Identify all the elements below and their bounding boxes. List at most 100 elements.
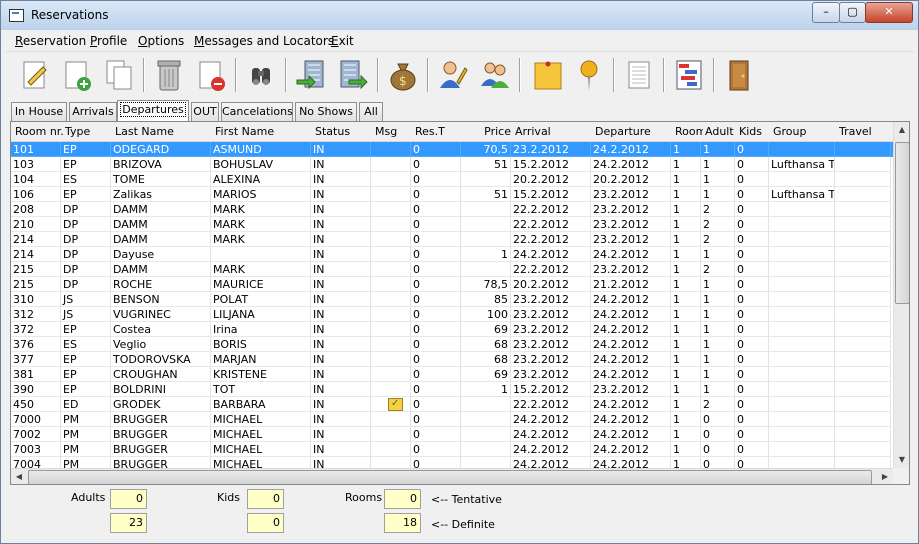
- cell-res-t: 0: [411, 232, 461, 247]
- table-row[interactable]: 7002 PM BRUGGER MICHAEL IN 0 24.2.2012 24.2.201…: [11, 427, 893, 442]
- search-binoculars-icon[interactable]: [243, 56, 279, 94]
- vertical-scrollbar[interactable]: ▲ ▼: [893, 122, 909, 468]
- table-row[interactable]: 214 DP Dayuse IN 0 1 24.2.2012 24.2.2012 1 1 0: [11, 247, 893, 262]
- tab-departures[interactable]: Departures: [117, 100, 189, 122]
- column-header-room-nr[interactable]: Room nr.: [13, 122, 63, 141]
- tab-cancelations[interactable]: Cancelations: [221, 102, 293, 121]
- column-header-type[interactable]: Type: [63, 122, 113, 141]
- check-in-icon[interactable]: [293, 56, 329, 94]
- scroll-up-icon[interactable]: ▲: [894, 122, 909, 138]
- cell-first-name: MARJAN: [211, 352, 311, 367]
- close-button[interactable]: ✕: [865, 2, 913, 23]
- check-out-icon[interactable]: [335, 56, 371, 94]
- table-row[interactable]: 215 DP DAMM MARK IN 0 22.2.2012 23.2.2012 1 2 0: [11, 262, 893, 277]
- new-reservation-icon[interactable]: [59, 56, 95, 94]
- horizontal-scroll-thumb[interactable]: [28, 470, 872, 484]
- exit-door-icon[interactable]: [721, 56, 757, 94]
- cell-room-nr: 7002: [11, 427, 61, 442]
- menu-reservation[interactable]: Reservation: [15, 34, 86, 48]
- table-row[interactable]: 390 EP BOLDRINI TOT IN 0 1 15.2.2012 23.2.2012 1 1…: [11, 382, 893, 397]
- billing-moneybag-icon[interactable]: $: [385, 56, 421, 94]
- copy-reservation-icon[interactable]: [101, 56, 137, 94]
- cell-room-nr: 381: [11, 367, 61, 382]
- edit-reservation-icon[interactable]: [17, 56, 53, 94]
- cell-departure: 23.2.2012: [591, 217, 671, 232]
- column-header-kids[interactable]: Kids: [737, 122, 771, 141]
- tab-arrivals[interactable]: Arrivals: [69, 102, 117, 121]
- report-icon[interactable]: [621, 56, 657, 94]
- menu-messages-and-locators[interactable]: Messages and Locators: [194, 34, 334, 48]
- toolbar-separator: [613, 58, 615, 92]
- cell-first-name: ASMUND: [211, 142, 311, 157]
- scroll-right-icon[interactable]: ▶: [877, 469, 893, 484]
- menu-profile[interactable]: Profile: [90, 34, 127, 48]
- table-row[interactable]: 7003 PM BRUGGER MICHAEL IN 0 24.2.2012 24.2.201…: [11, 442, 893, 457]
- cell-arrival: 22.2.2012: [511, 262, 591, 277]
- column-header-last-name[interactable]: Last Name: [113, 122, 213, 141]
- cell-group: [769, 142, 835, 157]
- group-guests-icon[interactable]: [477, 56, 513, 94]
- scroll-left-icon[interactable]: ◀: [11, 469, 27, 484]
- tab-in-house[interactable]: In House: [11, 102, 67, 121]
- table-row[interactable]: 310 JS BENSON POLAT IN 0 85 23.2.2012 24.2.2012 1…: [11, 292, 893, 307]
- cell-adult: 1: [701, 277, 735, 292]
- cell-msg: [371, 427, 411, 442]
- minimize-button[interactable]: –: [812, 2, 840, 23]
- table-row[interactable]: 7000 PM BRUGGER MICHAEL IN 0 24.2.2012 24.2.201…: [11, 412, 893, 427]
- toolbar-separator: [285, 58, 287, 92]
- cell-departure: 24.2.2012: [591, 322, 671, 337]
- edit-guest-icon[interactable]: [435, 56, 471, 94]
- message-icon[interactable]: [388, 397, 403, 411]
- table-row[interactable]: 376 ES Veglio BORIS IN 0 68 23.2.2012 24.2.2012 1…: [11, 337, 893, 352]
- cell-group: [769, 277, 835, 292]
- table-row[interactable]: 381 EP CROUGHAN KRISTENE IN 0 69 23.2.2012 24.2.…: [11, 367, 893, 382]
- tab-no-shows[interactable]: No Shows: [295, 102, 357, 121]
- column-header-arrival[interactable]: Arrival: [513, 122, 593, 141]
- cell-room-nr: 7000: [11, 412, 61, 427]
- cell-arrival: 24.2.2012: [511, 442, 591, 457]
- table-row[interactable]: 106 EP Zalikas MARIOS IN 0 51 15.2.2012 23.2.201…: [11, 187, 893, 202]
- column-header-first-name[interactable]: First Name: [213, 122, 313, 141]
- column-header-adult[interactable]: Adult: [703, 122, 737, 141]
- cell-price: [461, 442, 511, 457]
- reservations-window: Reservations – ▢ ✕ Reservation Profile O…: [0, 0, 919, 544]
- cell-arrival: 23.2.2012: [511, 307, 591, 322]
- column-header-price[interactable]: Price: [463, 122, 513, 141]
- table-row[interactable]: 312 JS VUGRINEC LILJANA IN 0 100 23.2.2012 24.2.…: [11, 307, 893, 322]
- cell-first-name: POLAT: [211, 292, 311, 307]
- tab-out[interactable]: OUT: [191, 102, 219, 121]
- menu-exit[interactable]: Exit: [331, 34, 354, 48]
- note-icon[interactable]: [529, 56, 565, 94]
- column-header-group[interactable]: Group: [771, 122, 837, 141]
- table-row[interactable]: 214 DP DAMM MARK IN 0 22.2.2012 23.2.2012 1 2 0: [11, 232, 893, 247]
- column-header-travel[interactable]: Travel: [837, 122, 893, 141]
- locator-pin-icon[interactable]: [571, 56, 607, 94]
- table-row[interactable]: 104 ES TOME ALEXINA IN 0 20.2.2012 20.2.2012 1 1 0: [11, 172, 893, 187]
- cell-type: EP: [61, 352, 111, 367]
- table-row[interactable]: 103 EP BRIZOVA BOHUSLAV IN 0 51 15.2.2012 24.2.2…: [11, 157, 893, 172]
- room-plan-icon[interactable]: [671, 56, 707, 94]
- table-row[interactable]: 450EDGRODEKBARBARAIN 0 22.2.201224.2.20121…: [11, 397, 893, 412]
- table-row[interactable]: 377 EP TODOROVSKA MARJAN IN 0 68 23.2.2012 24.2.…: [11, 352, 893, 367]
- vertical-scroll-thumb[interactable]: [895, 142, 909, 304]
- tab-all[interactable]: All: [359, 102, 383, 121]
- maximize-button[interactable]: ▢: [839, 2, 866, 23]
- column-header-status[interactable]: Status: [313, 122, 373, 141]
- column-header-room[interactable]: Room: [673, 122, 703, 141]
- column-header-departure[interactable]: Departure: [593, 122, 673, 141]
- cell-res-t: 0: [411, 307, 461, 322]
- table-row[interactable]: 215 DP ROCHE MAURICE IN 0 78,5 20.2.2012 21.2.20…: [11, 277, 893, 292]
- cell-status: IN: [311, 412, 371, 427]
- column-header-msg[interactable]: Msg: [373, 122, 413, 141]
- cancel-reservation-icon[interactable]: [193, 56, 229, 94]
- column-header-res-t[interactable]: Res.T: [413, 122, 463, 141]
- delete-trash-icon[interactable]: [151, 56, 187, 94]
- menu-options[interactable]: Options: [138, 34, 184, 48]
- cell-kids: 0: [735, 277, 769, 292]
- scroll-down-icon[interactable]: ▼: [894, 452, 909, 468]
- table-row[interactable]: 101 EP ODEGARD ASMUND IN 0 70,5 23.2.2012 24.2.2…: [11, 142, 893, 157]
- table-row[interactable]: 210 DP DAMM MARK IN 0 22.2.2012 23.2.2012 1 2 0: [11, 217, 893, 232]
- table-row[interactable]: 372 EP Costea Irina IN 0 69 23.2.2012 24.2.2012 1…: [11, 322, 893, 337]
- table-row[interactable]: 208 DP DAMM MARK IN 0 22.2.2012 23.2.2012 1 2 0: [11, 202, 893, 217]
- horizontal-scrollbar[interactable]: ◀ ▶: [11, 468, 893, 484]
